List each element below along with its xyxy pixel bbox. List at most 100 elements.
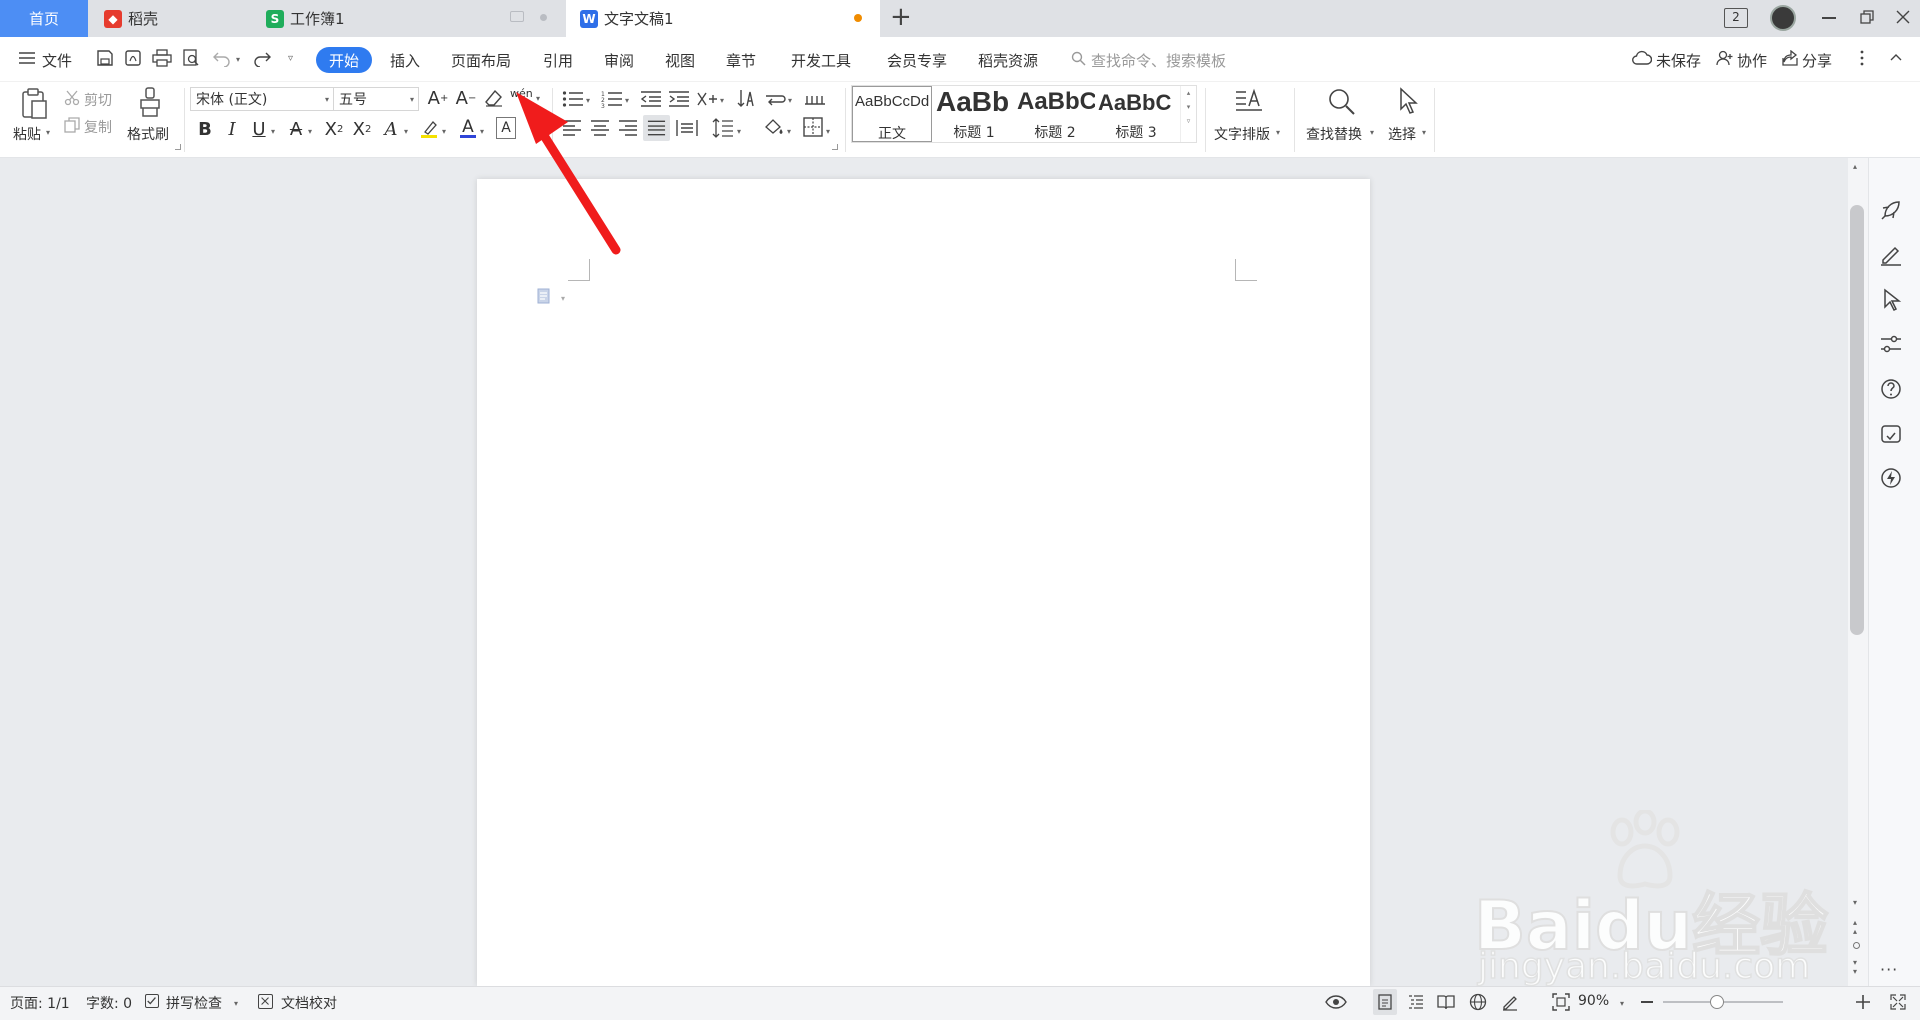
copy-button[interactable]: 复制 <box>84 117 112 137</box>
format-painter-button[interactable]: 格式刷 <box>127 124 169 144</box>
paragraph-layout-icon[interactable] <box>537 288 553 306</box>
tab-references[interactable]: 引用 <box>543 50 573 71</box>
command-search-input[interactable]: 查找命令、搜索模板 <box>1091 50 1226 71</box>
scroll-up-icon[interactable]: ▴ <box>1853 162 1857 171</box>
shrink-font-icon[interactable]: A − <box>454 86 478 110</box>
more-vertical-icon[interactable] <box>1860 50 1864 66</box>
table-tab-icon[interactable] <box>804 90 826 108</box>
write-mode-icon[interactable] <box>1501 993 1519 1011</box>
grow-font-icon[interactable]: A + <box>426 86 450 110</box>
chinese-layout-dropdown-icon[interactable]: ▾ <box>720 96 724 105</box>
select-button[interactable]: 选择 <box>1388 124 1416 144</box>
prev-page-icon[interactable]: ▴ ▴ <box>1853 918 1857 936</box>
style-heading-2[interactable]: AaBbC 标题 2 <box>1015 86 1095 142</box>
paste-icon[interactable] <box>20 87 48 119</box>
cut-button[interactable]: 剪切 <box>84 90 112 110</box>
underline-icon[interactable]: U <box>249 117 269 141</box>
tab-daoke-resources[interactable]: 稻壳资源 <box>978 50 1038 71</box>
borders-dropdown-icon[interactable]: ▾ <box>826 127 830 136</box>
collapse-ribbon-icon[interactable] <box>1890 53 1902 61</box>
print-preview-icon[interactable] <box>182 49 200 67</box>
window-count-badge[interactable]: 2 <box>1724 8 1748 28</box>
page-count[interactable]: 页面: 1/1 <box>10 993 70 1013</box>
tab-review[interactable]: 审阅 <box>604 50 634 71</box>
copy-icon[interactable] <box>64 117 80 133</box>
new-tab-button[interactable]: + <box>890 2 912 32</box>
tab-workbook[interactable]: S 工作簿1 <box>252 0 562 37</box>
bold-icon[interactable]: B <box>195 117 215 141</box>
paragraph-mark-icon[interactable] <box>764 90 786 108</box>
avatar[interactable] <box>1770 5 1796 31</box>
highlight-icon[interactable] <box>420 119 440 139</box>
line-spacing-icon[interactable] <box>712 117 734 139</box>
zoom-slider[interactable] <box>1663 995 1783 1009</box>
shading-icon[interactable] <box>763 117 785 137</box>
style-heading-3[interactable]: AaBbC 标题 3 <box>1096 86 1176 142</box>
subscript-icon[interactable]: X2 <box>350 117 374 141</box>
pen-icon[interactable] <box>1877 240 1905 268</box>
borders-icon[interactable] <box>803 117 823 137</box>
tab-start[interactable]: 开始 <box>316 47 372 73</box>
find-replace-icon[interactable] <box>1326 86 1356 116</box>
restore-icon[interactable] <box>1860 10 1874 24</box>
undo-dropdown-icon[interactable]: ▾ <box>236 55 240 64</box>
fit-page-icon[interactable] <box>1552 993 1570 1011</box>
zoom-slider-knob[interactable] <box>1710 995 1724 1009</box>
spellcheck-dropdown-icon[interactable]: ▾ <box>234 999 238 1008</box>
superscript-icon[interactable]: X2 <box>322 117 346 141</box>
undo-icon[interactable] <box>212 49 232 67</box>
distribute-icon[interactable] <box>676 119 698 137</box>
justify-button[interactable] <box>643 115 670 141</box>
zoom-in-icon[interactable] <box>1855 994 1871 1010</box>
style-normal[interactable]: AaBbCcDd 正文 <box>852 86 932 142</box>
paste-dropdown-icon[interactable]: ▾ <box>46 128 50 137</box>
font-size-select[interactable]: 五号 ▾ <box>333 87 419 111</box>
clipboard-launcher-icon[interactable] <box>175 144 181 150</box>
export-pdf-icon[interactable] <box>124 49 142 67</box>
paste-button[interactable]: 粘贴 <box>13 124 41 144</box>
underline-dropdown-icon[interactable]: ▾ <box>271 127 275 136</box>
reading-view-icon[interactable] <box>1437 994 1455 1010</box>
sidebar-more-icon[interactable]: ··· <box>1880 960 1898 979</box>
sort-icon[interactable] <box>736 88 756 108</box>
minimize-icon[interactable] <box>1822 17 1836 19</box>
font-name-select[interactable]: 宋体 (正文) ▾ <box>190 87 334 111</box>
adjust-sliders-icon[interactable] <box>1877 330 1905 358</box>
scroll-down-icon[interactable]: ▾ <box>1853 898 1857 907</box>
font-color-dropdown-icon[interactable]: ▾ <box>480 127 484 136</box>
chinese-layout-icon[interactable] <box>696 90 718 108</box>
pointer-icon[interactable] <box>1877 285 1905 313</box>
styles-scroll[interactable]: ▴ ▾ ▿ <box>1180 86 1196 142</box>
tab-home[interactable]: 首页 <box>0 0 88 37</box>
text-layout-dropdown-icon[interactable]: ▾ <box>1276 128 1280 137</box>
find-replace-button[interactable]: 查找替换 <box>1306 124 1362 144</box>
tab-daoke[interactable]: ◆ 稻壳 <box>90 0 248 37</box>
document-page[interactable]: ▾ <box>477 179 1370 986</box>
tab-view[interactable]: 视图 <box>665 50 695 71</box>
save-icon[interactable] <box>96 49 114 67</box>
tab-member[interactable]: 会员专享 <box>887 50 947 71</box>
format-painter-icon[interactable] <box>138 86 162 118</box>
zoom-level[interactable]: 90% <box>1578 993 1609 1009</box>
next-page-icon[interactable]: ▾ ▾ <box>1853 958 1857 976</box>
text-effect-dropdown-icon[interactable]: ▾ <box>404 127 408 136</box>
proofread-button[interactable]: 文档校对 <box>281 993 337 1013</box>
redo-icon[interactable] <box>252 49 272 67</box>
spellcheck-button[interactable]: 拼写检查 <box>166 993 222 1013</box>
highlight-dropdown-icon[interactable]: ▾ <box>442 127 446 136</box>
zoom-out-icon[interactable] <box>1641 1001 1653 1003</box>
tab-chapter[interactable]: 章节 <box>726 50 756 71</box>
rocket-icon[interactable] <box>1877 196 1905 224</box>
clear-format-icon[interactable] <box>484 89 504 107</box>
print-icon[interactable] <box>152 49 172 67</box>
close-icon[interactable] <box>1896 10 1910 24</box>
help-icon[interactable] <box>1877 375 1905 403</box>
text-layout-button[interactable]: 文字排版 <box>1214 124 1270 144</box>
outline-view-icon[interactable] <box>1408 994 1424 1010</box>
tab-page-layout[interactable]: 页面布局 <box>451 50 511 71</box>
tab-insert[interactable]: 插入 <box>390 50 420 71</box>
collaborate-button[interactable]: 协作 <box>1737 50 1767 71</box>
quick-access-more-icon[interactable]: ▿ <box>288 53 293 64</box>
line-spacing-dropdown-icon[interactable]: ▾ <box>737 127 741 136</box>
style-heading-1[interactable]: AaBb 标题 1 <box>934 86 1014 142</box>
